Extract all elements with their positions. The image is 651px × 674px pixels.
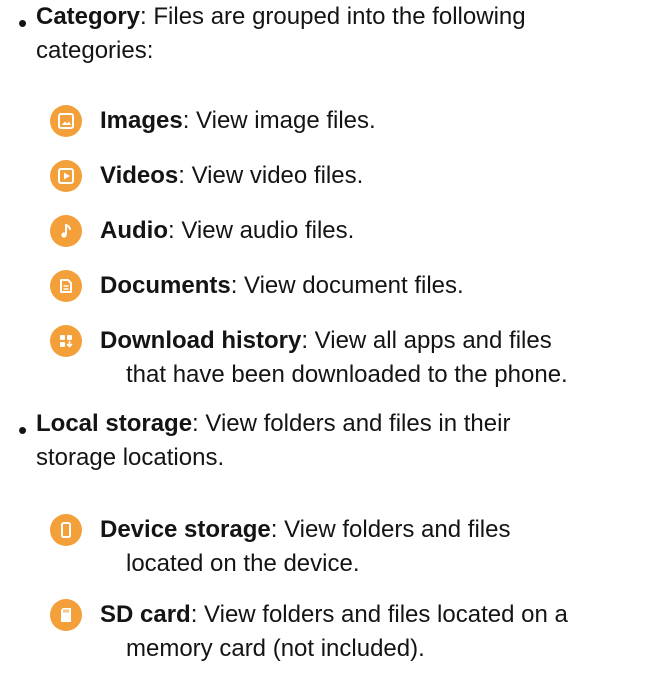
- sd-card-icon: [50, 599, 82, 631]
- category-description: : Files are grouped into the following: [140, 3, 526, 30]
- videos-term: Videos: [100, 162, 179, 189]
- category-continuation: categories:: [36, 37, 154, 64]
- sd-card-term: SD card: [100, 601, 191, 628]
- videos-item: Videos: View video files.: [100, 159, 363, 193]
- images-term: Images: [100, 107, 183, 134]
- audio-term: Audio: [100, 217, 168, 244]
- audio-icon: [50, 215, 82, 247]
- local-storage-continuation: storage locations.: [36, 444, 225, 471]
- device-storage-term: Device storage: [100, 516, 271, 543]
- category-term: Category: [36, 3, 141, 30]
- bullet: •: [18, 8, 28, 38]
- sd-card-continuation: memory card (not included).: [126, 635, 425, 662]
- download-history-description: : View all apps and files: [301, 327, 552, 354]
- documents-item: Documents: View document files.: [100, 269, 464, 303]
- device-storage-item: Device storage: View folders and files l…: [100, 513, 510, 581]
- device-storage-continuation: located on the device.: [126, 550, 360, 577]
- images-icon: [50, 105, 82, 137]
- documents-term: Documents: [100, 272, 231, 299]
- download-history-term: Download history: [100, 327, 302, 354]
- device-storage-description: : View folders and files: [270, 516, 511, 543]
- local-storage-term: Local storage: [36, 410, 193, 437]
- device-storage-icon: [50, 514, 82, 546]
- videos-description: : View video files.: [178, 162, 364, 189]
- download-history-icon: [50, 325, 82, 357]
- bullet: •: [18, 415, 28, 445]
- images-description: : View image files.: [182, 107, 376, 134]
- audio-item: Audio: View audio files.: [100, 214, 354, 248]
- local-storage-paragraph: Local storage: View folders and files in…: [36, 407, 510, 475]
- videos-icon: [50, 160, 82, 192]
- documents-icon: [50, 270, 82, 302]
- audio-description: : View audio files.: [167, 217, 355, 244]
- images-item: Images: View image files.: [100, 104, 376, 138]
- sd-card-description: : View folders and files located on a: [190, 601, 568, 628]
- sd-card-item: SD card: View folders and files located …: [100, 598, 568, 666]
- category-paragraph: Category: Files are grouped into the fol…: [36, 0, 526, 68]
- download-history-continuation: that have been downloaded to the phone.: [126, 361, 568, 388]
- download-history-item: Download history: View all apps and file…: [100, 324, 568, 392]
- documents-description: : View document files.: [230, 272, 464, 299]
- local-storage-description: : View folders and files in their: [192, 410, 511, 437]
